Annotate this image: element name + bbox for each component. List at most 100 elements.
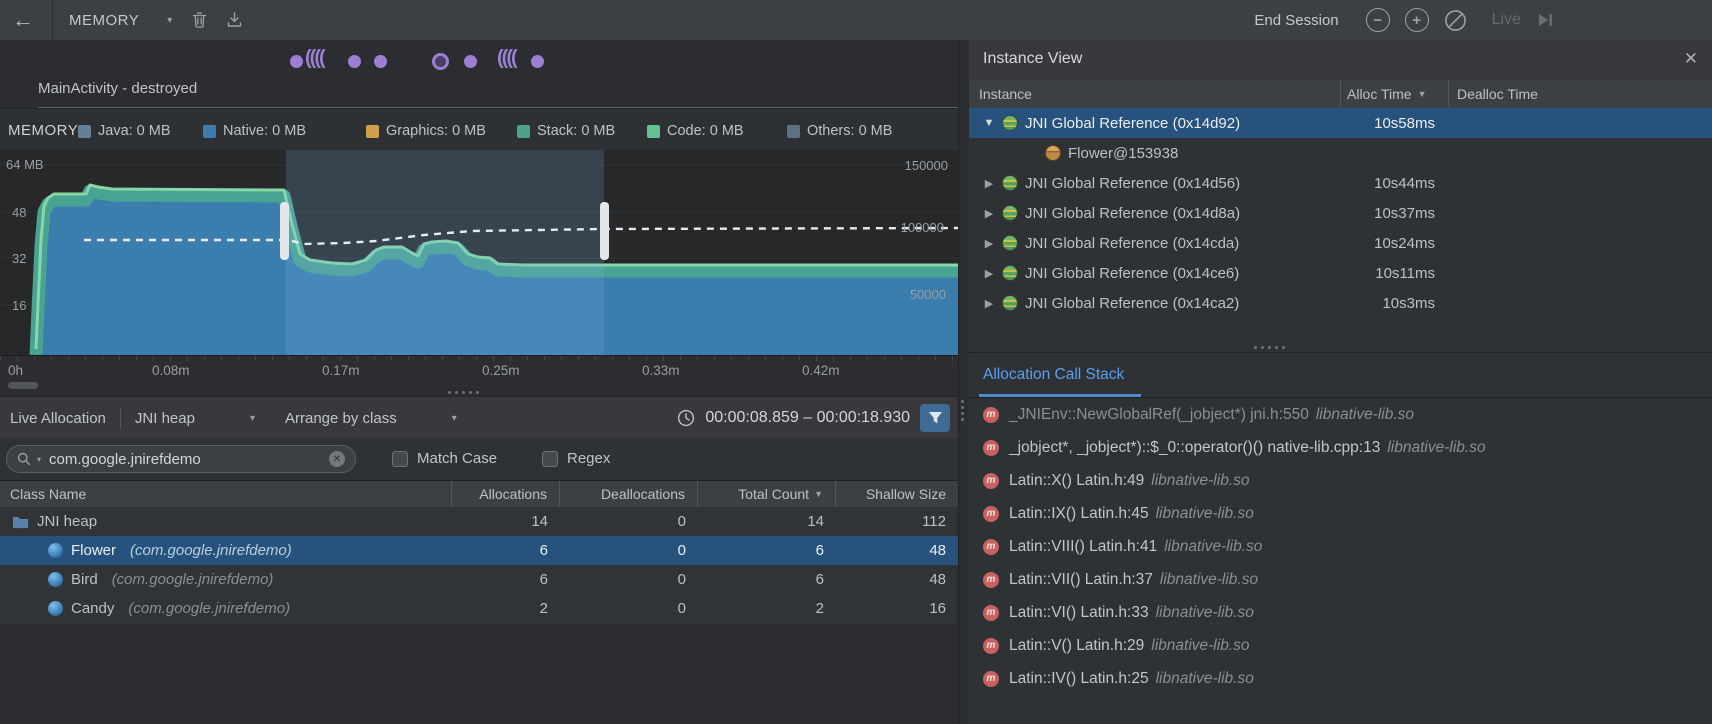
memory-chart[interactable]: 64 MB 48 32 16 150000 100000 50000 xyxy=(0,150,958,355)
call-stack-frame[interactable]: m Latin::VII() Latin.h:37libnative-lib.s… xyxy=(969,563,1712,596)
top-toolbar: ← MEMORY ▾ End Session − + Live xyxy=(0,0,1712,41)
collapsed-icon[interactable]: ▶ xyxy=(983,207,995,220)
collapsed-icon[interactable]: ▶ xyxy=(983,177,995,190)
call-stack-frame[interactable]: m Latin::VIII() Latin.h:41libnative-lib.… xyxy=(969,530,1712,563)
selection-handle-left[interactable] xyxy=(280,202,289,260)
frame-text: Latin::VI() Latin.h:33 xyxy=(1009,604,1149,621)
instance-row[interactable]: ▼ JNI Global Reference (0x14d92) 10s58ms xyxy=(969,108,1712,138)
alloc-time-value xyxy=(1341,138,1449,168)
search-field[interactable]: ▾ ✕ xyxy=(6,445,356,473)
splitter-handle[interactable] xyxy=(448,391,479,394)
instance-child-row[interactable]: Flower@153938 xyxy=(969,138,1712,168)
filter-button[interactable] xyxy=(920,404,950,432)
collapsed-icon[interactable]: ▶ xyxy=(983,237,995,250)
export-icon[interactable] xyxy=(226,11,243,29)
heap-folder-icon xyxy=(12,515,29,529)
call-stack-frame[interactable]: m Latin::IV() Latin.h:25libnative-lib.so xyxy=(969,662,1712,695)
splitter-handle[interactable] xyxy=(1254,346,1285,349)
splitter-handle[interactable] xyxy=(961,400,964,421)
dealloc-time-value xyxy=(1449,108,1712,138)
activity-event-track: (((( (((( MainActivity - destroyed xyxy=(0,40,958,108)
zoom-out-button[interactable]: − xyxy=(1366,8,1390,32)
shallow-size-value: 16 xyxy=(836,594,958,623)
table-row-jni-heap[interactable]: JNI heap 14 0 14 112 xyxy=(0,507,958,536)
table-row-candy[interactable]: Candy (com.google.jnirefdemo) 2 0 2 16 xyxy=(0,594,958,623)
call-stack-frame[interactable]: m Latin::X() Latin.h:49libnative-lib.so xyxy=(969,464,1712,497)
regex-checkbox[interactable]: Regex xyxy=(542,450,610,467)
stack-legend-chip xyxy=(517,125,530,138)
instance-row[interactable]: ▶ JNI Global Reference (0x14ce6) 10s11ms xyxy=(969,258,1712,288)
dealloc-time-value xyxy=(1449,168,1712,198)
match-case-checkbox[interactable]: Match Case xyxy=(392,450,497,467)
alloc-time-value: 10s37ms xyxy=(1341,198,1449,228)
profiler-type-dropdown[interactable]: MEMORY ▾ xyxy=(59,12,182,29)
table-row-flower[interactable]: Flower (com.google.jnirefdemo) 6 0 6 48 xyxy=(0,536,958,565)
jni-reference-icon xyxy=(1002,175,1018,191)
clear-search-icon[interactable]: ✕ xyxy=(329,451,345,467)
instance-label: JNI Global Reference (0x14cda) xyxy=(1025,235,1239,252)
instance-row[interactable]: ▶ JNI Global Reference (0x14d56) 10s44ms xyxy=(969,168,1712,198)
panel-title: Instance View xyxy=(983,50,1082,68)
collapsed-icon[interactable]: ▶ xyxy=(983,297,995,310)
live-button[interactable]: Live xyxy=(1492,11,1521,29)
close-icon[interactable]: ✕ xyxy=(1684,49,1698,69)
touch-event-icon xyxy=(348,55,361,68)
call-stack-frame[interactable]: m Latin::V() Latin.h:29libnative-lib.so xyxy=(969,629,1712,662)
frame-text: Latin::X() Latin.h:49 xyxy=(1009,472,1144,489)
column-header-dealloc-time[interactable]: Dealloc Time xyxy=(1449,80,1712,107)
java-legend-chip xyxy=(78,125,91,138)
timeline-scrollbar[interactable] xyxy=(8,382,38,389)
skip-to-live-icon[interactable] xyxy=(1536,12,1554,28)
column-header-total-count[interactable]: Total Count ▼ xyxy=(698,481,836,507)
instance-row[interactable]: ▶ JNI Global Reference (0x14cda) 10s24ms xyxy=(969,228,1712,258)
trash-icon[interactable] xyxy=(191,11,208,29)
checkbox[interactable] xyxy=(392,451,408,467)
instance-label: JNI Global Reference (0x14ce6) xyxy=(1025,265,1239,282)
call-stack-frame[interactable]: m _jobject*, _jobject*)::$_0::operator()… xyxy=(969,431,1712,464)
instance-row[interactable]: ▶ JNI Global Reference (0x14ca2) 10s3ms xyxy=(969,288,1712,318)
allocations-value: 2 xyxy=(452,594,560,623)
column-header-deallocations[interactable]: Deallocations xyxy=(560,481,698,507)
column-header-alloc-time[interactable]: Alloc Time ▼ xyxy=(1341,80,1449,107)
search-input[interactable] xyxy=(47,450,323,469)
call-stack-frame[interactable]: m _JNIEnv::NewGlobalRef(_jobject*) jni.h… xyxy=(969,398,1712,431)
call-stack-frame[interactable]: m Latin::VI() Latin.h:33libnative-lib.so xyxy=(969,596,1712,629)
column-header-instance[interactable]: Instance xyxy=(969,80,1341,107)
chevron-down-icon: ▾ xyxy=(250,413,255,424)
heap-dropdown[interactable]: JNI heap ▾ xyxy=(135,410,255,427)
instance-row[interactable]: ▶ JNI Global Reference (0x14d8a) 10s37ms xyxy=(969,198,1712,228)
column-header-allocations[interactable]: Allocations xyxy=(452,481,560,507)
instance-label: JNI Global Reference (0x14d56) xyxy=(1025,175,1240,192)
zoom-in-button[interactable]: + xyxy=(1405,8,1429,32)
instance-label: JNI Global Reference (0x14ca2) xyxy=(1025,295,1239,312)
column-header-shallow-size[interactable]: Shallow Size xyxy=(836,481,958,507)
checkbox[interactable] xyxy=(542,451,558,467)
selection-handle-right[interactable] xyxy=(600,202,609,260)
instance-label: JNI Global Reference (0x14d92) xyxy=(1025,115,1240,132)
back-icon[interactable]: ← xyxy=(0,7,46,33)
legend-item-graphics: Graphics: 0 MB xyxy=(366,123,486,139)
memory-chart-svg[interactable] xyxy=(0,150,958,355)
expanded-icon[interactable]: ▼ xyxy=(983,117,995,129)
range-selection-overlay[interactable] xyxy=(286,150,604,355)
touch-event-ring-icon xyxy=(432,53,449,70)
legend-item-native: Native: 0 MB xyxy=(203,123,306,139)
jni-reference-icon xyxy=(1002,265,1018,281)
touch-event-icon xyxy=(374,55,387,68)
call-stack-frame[interactable]: m Latin::IX() Latin.h:45libnative-lib.so xyxy=(969,497,1712,530)
separator xyxy=(120,407,121,429)
instance-table: ▼ JNI Global Reference (0x14d92) 10s58ms… xyxy=(969,108,1712,318)
collapsed-icon[interactable]: ▶ xyxy=(983,267,995,280)
search-options-caret-icon[interactable]: ▾ xyxy=(37,455,41,464)
touch-event-icon xyxy=(290,55,303,68)
column-header-class-name[interactable]: Class Name xyxy=(0,481,452,507)
total-count-value: 2 xyxy=(698,594,836,623)
legend-item-others: Others: 0 MB xyxy=(787,123,892,139)
arrange-dropdown[interactable]: Arrange by class ▾ xyxy=(285,410,457,427)
dealloc-time-value xyxy=(1449,228,1712,258)
end-session-button[interactable]: End Session xyxy=(1254,12,1338,29)
table-row-bird[interactable]: Bird (com.google.jnirefdemo) 6 0 6 48 xyxy=(0,565,958,594)
code-legend-chip xyxy=(647,125,660,138)
tab-allocation-call-stack[interactable]: Allocation Call Stack xyxy=(983,366,1124,384)
reset-zoom-button[interactable] xyxy=(1444,9,1467,32)
